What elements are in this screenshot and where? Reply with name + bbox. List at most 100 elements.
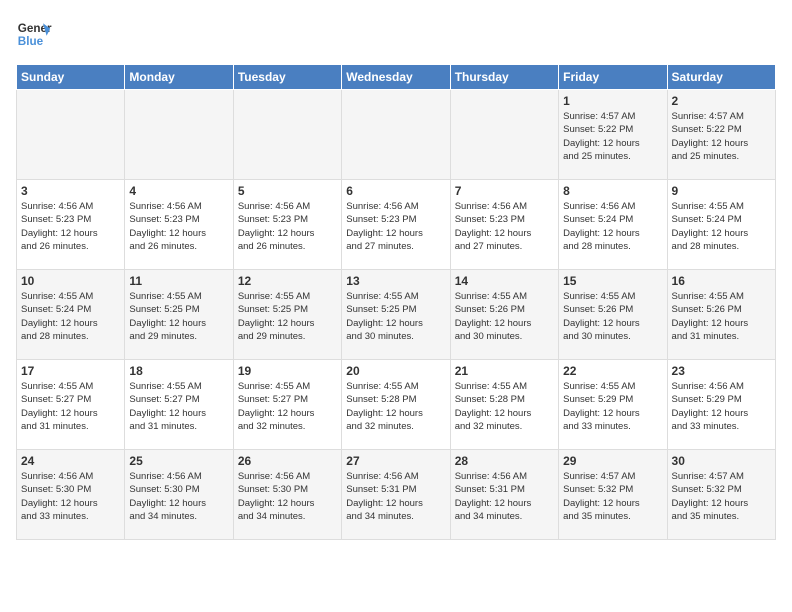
day-number: 6	[346, 184, 445, 198]
day-number: 1	[563, 94, 662, 108]
calendar-cell: 6 Sunrise: 4:56 AM Sunset: 5:23 PM Daylig…	[342, 180, 450, 270]
day-info: Sunrise: 4:56 AM Sunset: 5:24 PM Dayligh…	[563, 200, 662, 253]
day-info: Sunrise: 4:55 AM Sunset: 5:26 PM Dayligh…	[455, 290, 554, 343]
day-info: Sunrise: 4:55 AM Sunset: 5:24 PM Dayligh…	[21, 290, 120, 343]
weekday-header-wednesday: Wednesday	[342, 65, 450, 90]
calendar-cell: 4Sunrise: 4:56 AM Sunset: 5:23 PM Daylig…	[125, 180, 233, 270]
calendar-cell: 21 Sunrise: 4:55 AM Sunset: 5:28 PM Dayli…	[450, 360, 558, 450]
day-number: 15	[563, 274, 662, 288]
day-info: Sunrise: 4:56 AM Sunset: 5:23 PM Dayligh…	[455, 200, 554, 253]
calendar-cell: 23 Sunrise: 4:56 AM Sunset: 5:29 PM Dayli…	[667, 360, 775, 450]
day-number: 2	[672, 94, 771, 108]
calendar-cell	[233, 90, 341, 180]
day-number: 16	[672, 274, 771, 288]
day-info: Sunrise: 4:56 AM Sunset: 5:23 PM Dayligh…	[346, 200, 445, 253]
day-number: 26	[238, 454, 337, 468]
day-info: Sunrise: 4:57 AM Sunset: 5:32 PM Dayligh…	[563, 470, 662, 523]
calendar-cell	[17, 90, 125, 180]
day-info: Sunrise: 4:55 AM Sunset: 5:24 PM Dayligh…	[672, 200, 771, 253]
day-info: Sunrise: 4:57 AM Sunset: 5:32 PM Dayligh…	[672, 470, 771, 523]
day-number: 14	[455, 274, 554, 288]
day-number: 20	[346, 364, 445, 378]
calendar-cell	[125, 90, 233, 180]
day-info: Sunrise: 4:56 AM Sunset: 5:31 PM Dayligh…	[455, 470, 554, 523]
calendar-table: SundayMondayTuesdayWednesdayThursdayFrid…	[16, 64, 776, 540]
day-number: 19	[238, 364, 337, 378]
calendar-cell: 26 Sunrise: 4:56 AM Sunset: 5:30 PM Dayli…	[233, 450, 341, 540]
day-number: 10	[21, 274, 120, 288]
day-info: Sunrise: 4:56 AM Sunset: 5:30 PM Dayligh…	[129, 470, 228, 523]
day-number: 30	[672, 454, 771, 468]
day-number: 22	[563, 364, 662, 378]
day-number: 3	[21, 184, 120, 198]
day-info: Sunrise: 4:56 AM Sunset: 5:23 PM Dayligh…	[129, 200, 228, 253]
calendar-cell: 12Sunrise: 4:55 AM Sunset: 5:25 PM Dayli…	[233, 270, 341, 360]
calendar-cell: 18 Sunrise: 4:55 AM Sunset: 5:27 PM Dayli…	[125, 360, 233, 450]
calendar-cell: 14 Sunrise: 4:55 AM Sunset: 5:26 PM Dayli…	[450, 270, 558, 360]
calendar-cell: 8 Sunrise: 4:56 AM Sunset: 5:24 PM Daylig…	[559, 180, 667, 270]
day-info: Sunrise: 4:55 AM Sunset: 5:25 PM Dayligh…	[238, 290, 337, 343]
day-info: Sunrise: 4:55 AM Sunset: 5:28 PM Dayligh…	[346, 380, 445, 433]
weekday-header-tuesday: Tuesday	[233, 65, 341, 90]
day-info: Sunrise: 4:56 AM Sunset: 5:29 PM Dayligh…	[672, 380, 771, 433]
calendar-cell: 10 Sunrise: 4:55 AM Sunset: 5:24 PM Dayli…	[17, 270, 125, 360]
day-number: 8	[563, 184, 662, 198]
day-number: 24	[21, 454, 120, 468]
day-number: 18	[129, 364, 228, 378]
day-info: Sunrise: 4:55 AM Sunset: 5:27 PM Dayligh…	[238, 380, 337, 433]
day-info: Sunrise: 4:56 AM Sunset: 5:30 PM Dayligh…	[238, 470, 337, 523]
day-number: 23	[672, 364, 771, 378]
day-info: Sunrise: 4:55 AM Sunset: 5:27 PM Dayligh…	[21, 380, 120, 433]
calendar-cell: 13 Sunrise: 4:55 AM Sunset: 5:25 PM Dayli…	[342, 270, 450, 360]
calendar-cell: 17 Sunrise: 4:55 AM Sunset: 5:27 PM Dayli…	[17, 360, 125, 450]
calendar-cell: 29Sunrise: 4:57 AM Sunset: 5:32 PM Dayli…	[559, 450, 667, 540]
day-number: 7	[455, 184, 554, 198]
calendar-cell: 3 Sunrise: 4:56 AM Sunset: 5:23 PM Daylig…	[17, 180, 125, 270]
weekday-header-monday: Monday	[125, 65, 233, 90]
page-header: General Blue	[16, 16, 776, 52]
day-info: Sunrise: 4:55 AM Sunset: 5:25 PM Dayligh…	[346, 290, 445, 343]
calendar-cell: 11Sunrise: 4:55 AM Sunset: 5:25 PM Dayli…	[125, 270, 233, 360]
day-info: Sunrise: 4:55 AM Sunset: 5:25 PM Dayligh…	[129, 290, 228, 343]
day-info: Sunrise: 4:55 AM Sunset: 5:29 PM Dayligh…	[563, 380, 662, 433]
day-info: Sunrise: 4:56 AM Sunset: 5:23 PM Dayligh…	[238, 200, 337, 253]
calendar-cell: 5 Sunrise: 4:56 AM Sunset: 5:23 PM Daylig…	[233, 180, 341, 270]
calendar-cell: 7 Sunrise: 4:56 AM Sunset: 5:23 PM Daylig…	[450, 180, 558, 270]
day-number: 5	[238, 184, 337, 198]
calendar-cell: 24 Sunrise: 4:56 AM Sunset: 5:30 PM Dayli…	[17, 450, 125, 540]
day-info: Sunrise: 4:56 AM Sunset: 5:23 PM Dayligh…	[21, 200, 120, 253]
day-number: 21	[455, 364, 554, 378]
day-info: Sunrise: 4:55 AM Sunset: 5:26 PM Dayligh…	[672, 290, 771, 343]
calendar-cell: 9 Sunrise: 4:55 AM Sunset: 5:24 PM Daylig…	[667, 180, 775, 270]
calendar-cell: 28 Sunrise: 4:56 AM Sunset: 5:31 PM Dayli…	[450, 450, 558, 540]
calendar-cell: 16 Sunrise: 4:55 AM Sunset: 5:26 PM Dayli…	[667, 270, 775, 360]
day-info: Sunrise: 4:55 AM Sunset: 5:27 PM Dayligh…	[129, 380, 228, 433]
weekday-header-saturday: Saturday	[667, 65, 775, 90]
calendar-cell: 19 Sunrise: 4:55 AM Sunset: 5:27 PM Dayli…	[233, 360, 341, 450]
calendar-cell: 2 Sunrise: 4:57 AM Sunset: 5:22 PM Daylig…	[667, 90, 775, 180]
day-number: 13	[346, 274, 445, 288]
day-info: Sunrise: 4:55 AM Sunset: 5:26 PM Dayligh…	[563, 290, 662, 343]
calendar-cell: 22 Sunrise: 4:55 AM Sunset: 5:29 PM Dayli…	[559, 360, 667, 450]
calendar-cell	[342, 90, 450, 180]
logo-icon: General Blue	[16, 16, 52, 52]
day-number: 17	[21, 364, 120, 378]
day-info: Sunrise: 4:57 AM Sunset: 5:22 PM Dayligh…	[672, 110, 771, 163]
day-info: Sunrise: 4:55 AM Sunset: 5:28 PM Dayligh…	[455, 380, 554, 433]
logo: General Blue	[16, 16, 52, 52]
day-info: Sunrise: 4:56 AM Sunset: 5:30 PM Dayligh…	[21, 470, 120, 523]
calendar-cell: 1 Sunrise: 4:57 AM Sunset: 5:22 PM Daylig…	[559, 90, 667, 180]
day-number: 27	[346, 454, 445, 468]
calendar-cell: 25 Sunrise: 4:56 AM Sunset: 5:30 PM Dayli…	[125, 450, 233, 540]
svg-text:Blue: Blue	[18, 35, 44, 48]
weekday-header-friday: Friday	[559, 65, 667, 90]
day-number: 28	[455, 454, 554, 468]
weekday-header-sunday: Sunday	[17, 65, 125, 90]
calendar-cell	[450, 90, 558, 180]
calendar-cell: 27Sunrise: 4:56 AM Sunset: 5:31 PM Dayli…	[342, 450, 450, 540]
day-number: 9	[672, 184, 771, 198]
calendar-cell: 20 Sunrise: 4:55 AM Sunset: 5:28 PM Dayli…	[342, 360, 450, 450]
weekday-header-thursday: Thursday	[450, 65, 558, 90]
day-info: Sunrise: 4:57 AM Sunset: 5:22 PM Dayligh…	[563, 110, 662, 163]
day-number: 25	[129, 454, 228, 468]
